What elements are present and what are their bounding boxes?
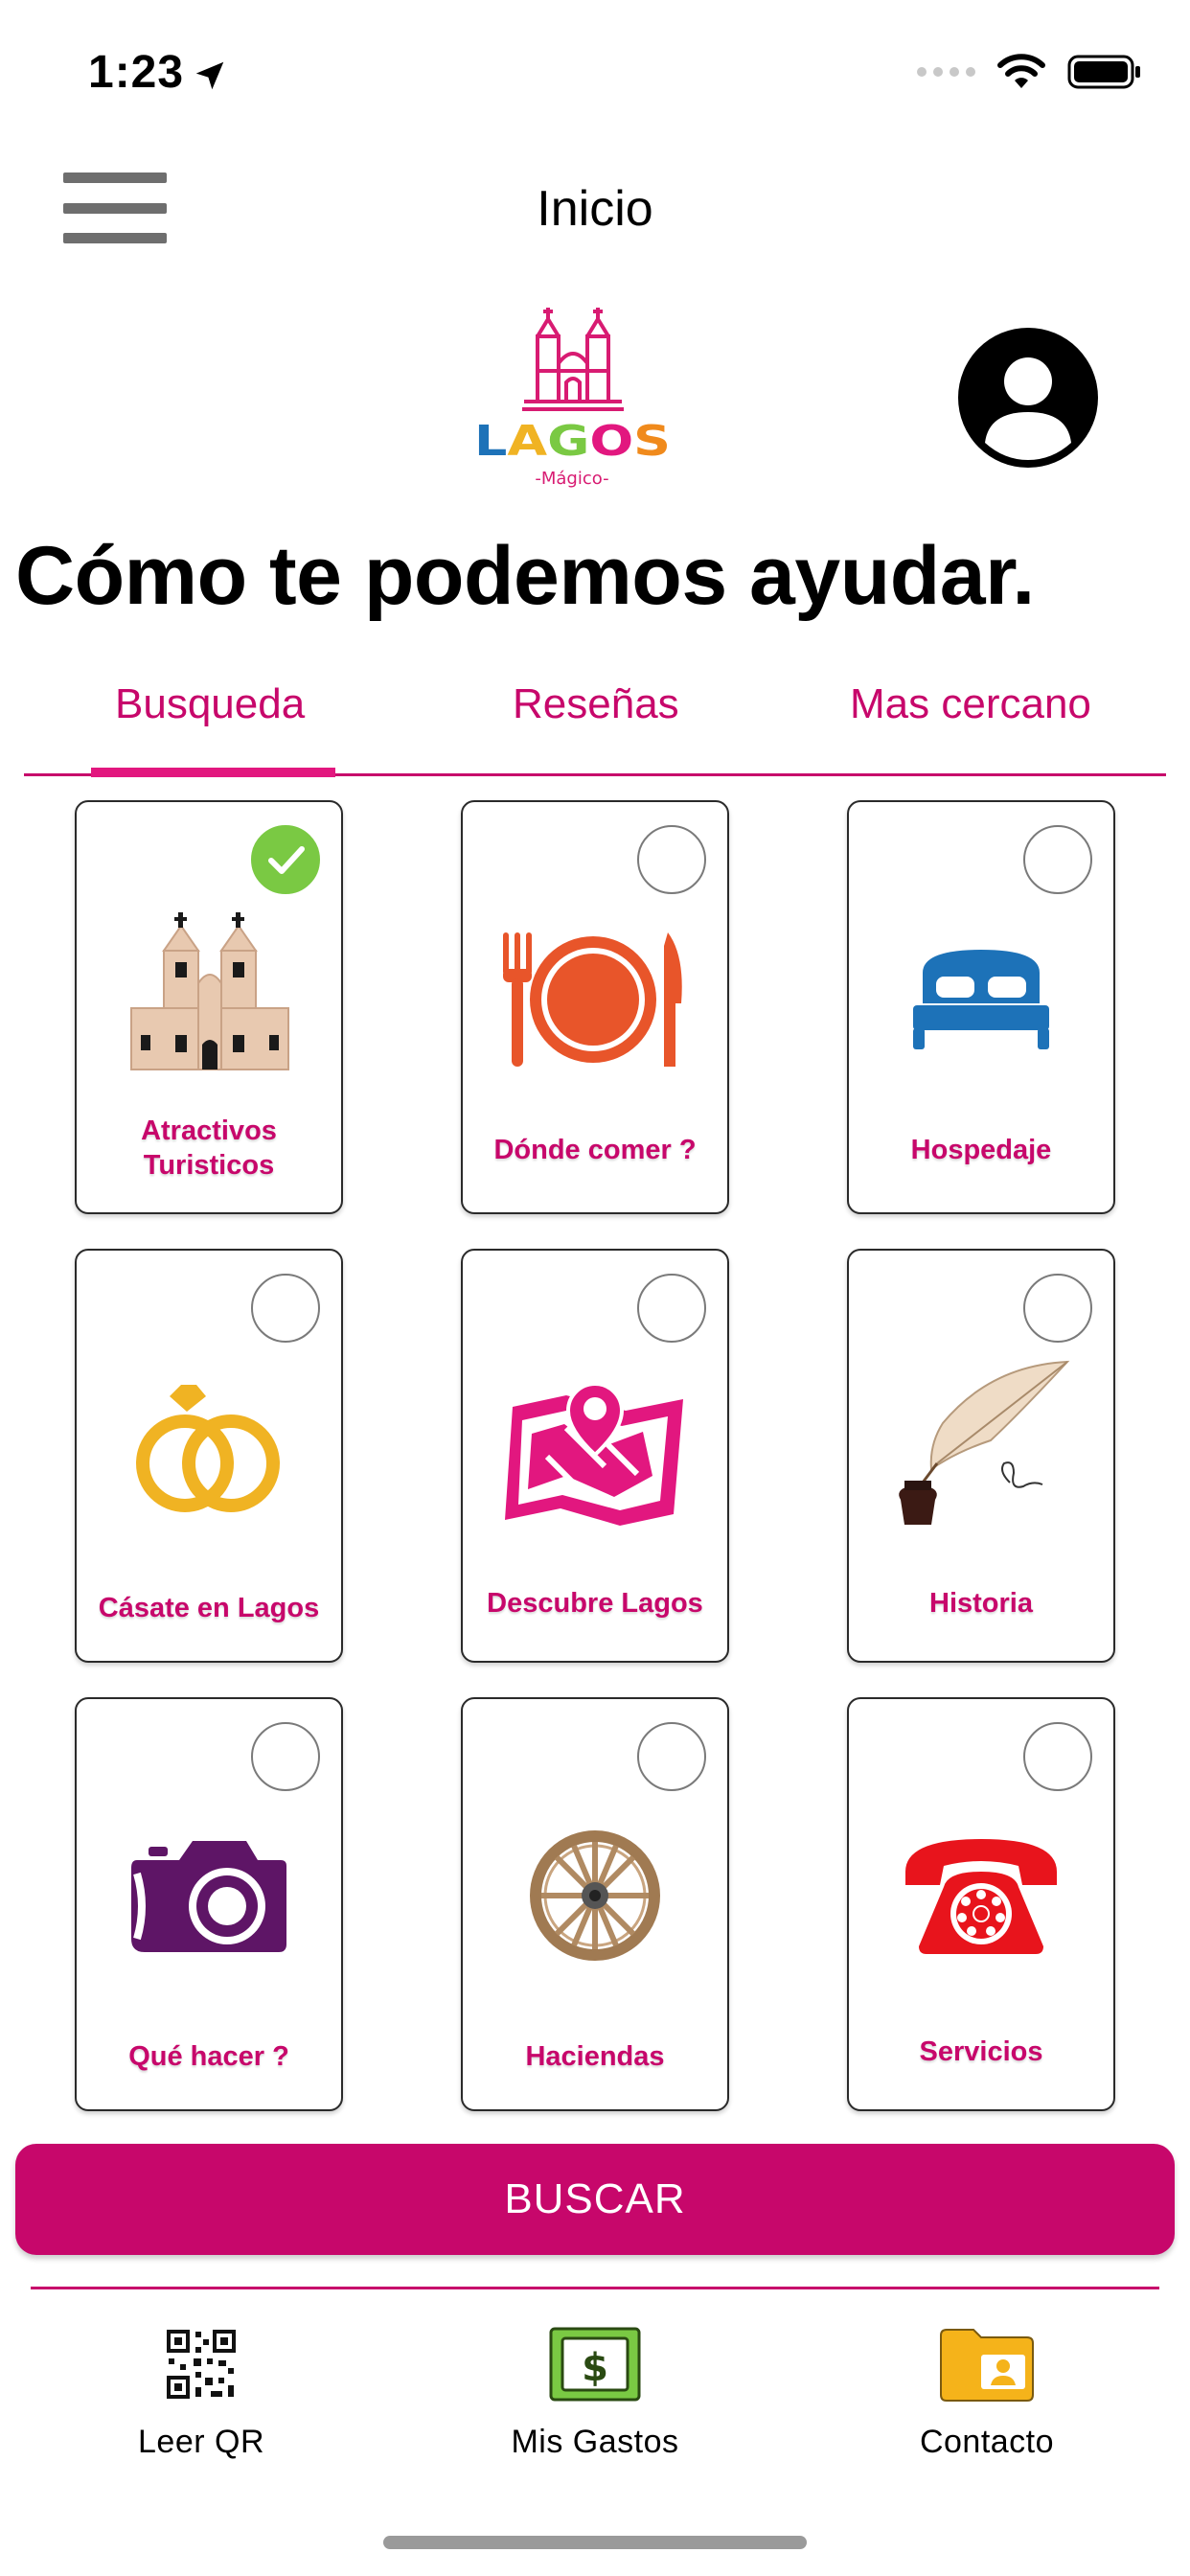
home-indicator[interactable] <box>383 2536 807 2549</box>
tab-label: Mis Gastos <box>511 2424 679 2460</box>
bottom-tab-mis-gastos[interactable]: $ Mis Gastos <box>451 2324 739 2461</box>
wifi-icon <box>997 54 1045 88</box>
checkbox-empty-icon[interactable] <box>637 825 706 894</box>
wagon-wheel-icon <box>530 1830 660 1961</box>
cathedral-icon <box>130 912 289 1070</box>
divider <box>31 2287 1159 2289</box>
checkbox-empty-icon[interactable] <box>251 1722 320 1791</box>
checkbox-empty-icon[interactable] <box>1023 1274 1092 1343</box>
category-card-servicios[interactable]: Servicios <box>847 1697 1115 2111</box>
category-card-hospedaje[interactable]: Hospedaje <box>847 800 1115 1214</box>
tab-resenas[interactable]: Reseñas <box>513 680 679 728</box>
category-label: Servicios <box>919 2036 1043 2067</box>
lagos-magico-logo: LAGOS -Mágico- <box>474 308 671 489</box>
category-card-casate[interactable]: Cásate en Lagos <box>75 1249 343 1663</box>
bed-icon <box>913 950 1049 1049</box>
checkbox-empty-icon[interactable] <box>637 1274 706 1343</box>
logo-subtitle: -Mágico- <box>535 469 608 489</box>
svg-text:LAGOS: LAGOS <box>474 417 671 466</box>
category-label: Qué hacer ? <box>128 2041 289 2072</box>
category-card-que-hacer[interactable]: Qué hacer ? <box>75 1697 343 2111</box>
category-label: Dónde comer ? <box>493 1135 697 1165</box>
camera-icon <box>131 1841 286 1952</box>
category-card-atractivos[interactable]: Atractivos Turisticos <box>75 800 343 1214</box>
category-card-descubre[interactable]: Descubre Lagos <box>461 1249 729 1663</box>
category-label: Hospedaje <box>910 1135 1052 1165</box>
category-label: Cásate en Lagos <box>98 1593 320 1623</box>
battery-icon <box>1067 55 1140 89</box>
status-time: 1:23 <box>88 47 185 98</box>
signal-dots-icon <box>917 67 975 77</box>
checkbox-empty-icon[interactable] <box>637 1722 706 1791</box>
qr-code-icon <box>167 2330 236 2399</box>
contact-folder-icon <box>940 2329 1034 2402</box>
checkbox-checked-icon[interactable] <box>251 825 320 894</box>
bottom-tab-contacto[interactable]: Contacto <box>843 2324 1131 2461</box>
tab-selected-indicator <box>91 768 335 777</box>
tab-label: Leer QR <box>138 2424 264 2460</box>
tab-busqueda[interactable]: Busqueda <box>115 680 305 728</box>
segment-tabs: Busqueda Reseñas Mas cercano <box>24 661 1166 777</box>
checkbox-empty-icon[interactable] <box>1023 1722 1092 1791</box>
headline: Cómo te podemos ayudar. <box>15 530 1035 622</box>
category-label: Haciendas <box>525 2041 665 2072</box>
search-button[interactable]: BUSCAR <box>15 2144 1175 2255</box>
plate-cutlery-icon <box>503 932 682 1067</box>
tab-label: Contacto <box>919 2424 1055 2460</box>
wedding-rings-icon <box>136 1385 280 1512</box>
status-indicators <box>917 54 1142 90</box>
profile-avatar-icon[interactable] <box>958 328 1098 468</box>
checkbox-empty-icon[interactable] <box>1023 825 1092 894</box>
category-card-donde-comer[interactable]: Dónde comer ? <box>461 800 729 1214</box>
quill-inkwell-icon <box>899 1360 1070 1525</box>
category-label: Historia <box>929 1588 1033 1619</box>
location-arrow-icon <box>195 61 224 90</box>
category-card-haciendas[interactable]: Haciendas <box>461 1697 729 2111</box>
map-pin-icon <box>505 1382 683 1526</box>
telephone-icon <box>905 1839 1057 1954</box>
money-icon: $ <box>549 2327 641 2402</box>
svg-text:$: $ <box>582 2346 608 2390</box>
bottom-tab-leer-qr[interactable]: Leer QR <box>57 2324 345 2461</box>
tab-mas-cercano[interactable]: Mas cercano <box>850 680 1091 728</box>
checkbox-empty-icon[interactable] <box>251 1274 320 1343</box>
category-card-historia[interactable]: Historia <box>847 1249 1115 1663</box>
category-label: Descubre Lagos <box>487 1588 703 1619</box>
page-title: Inicio <box>537 181 653 237</box>
category-label: Atractivos Turisticos <box>141 1116 277 1181</box>
